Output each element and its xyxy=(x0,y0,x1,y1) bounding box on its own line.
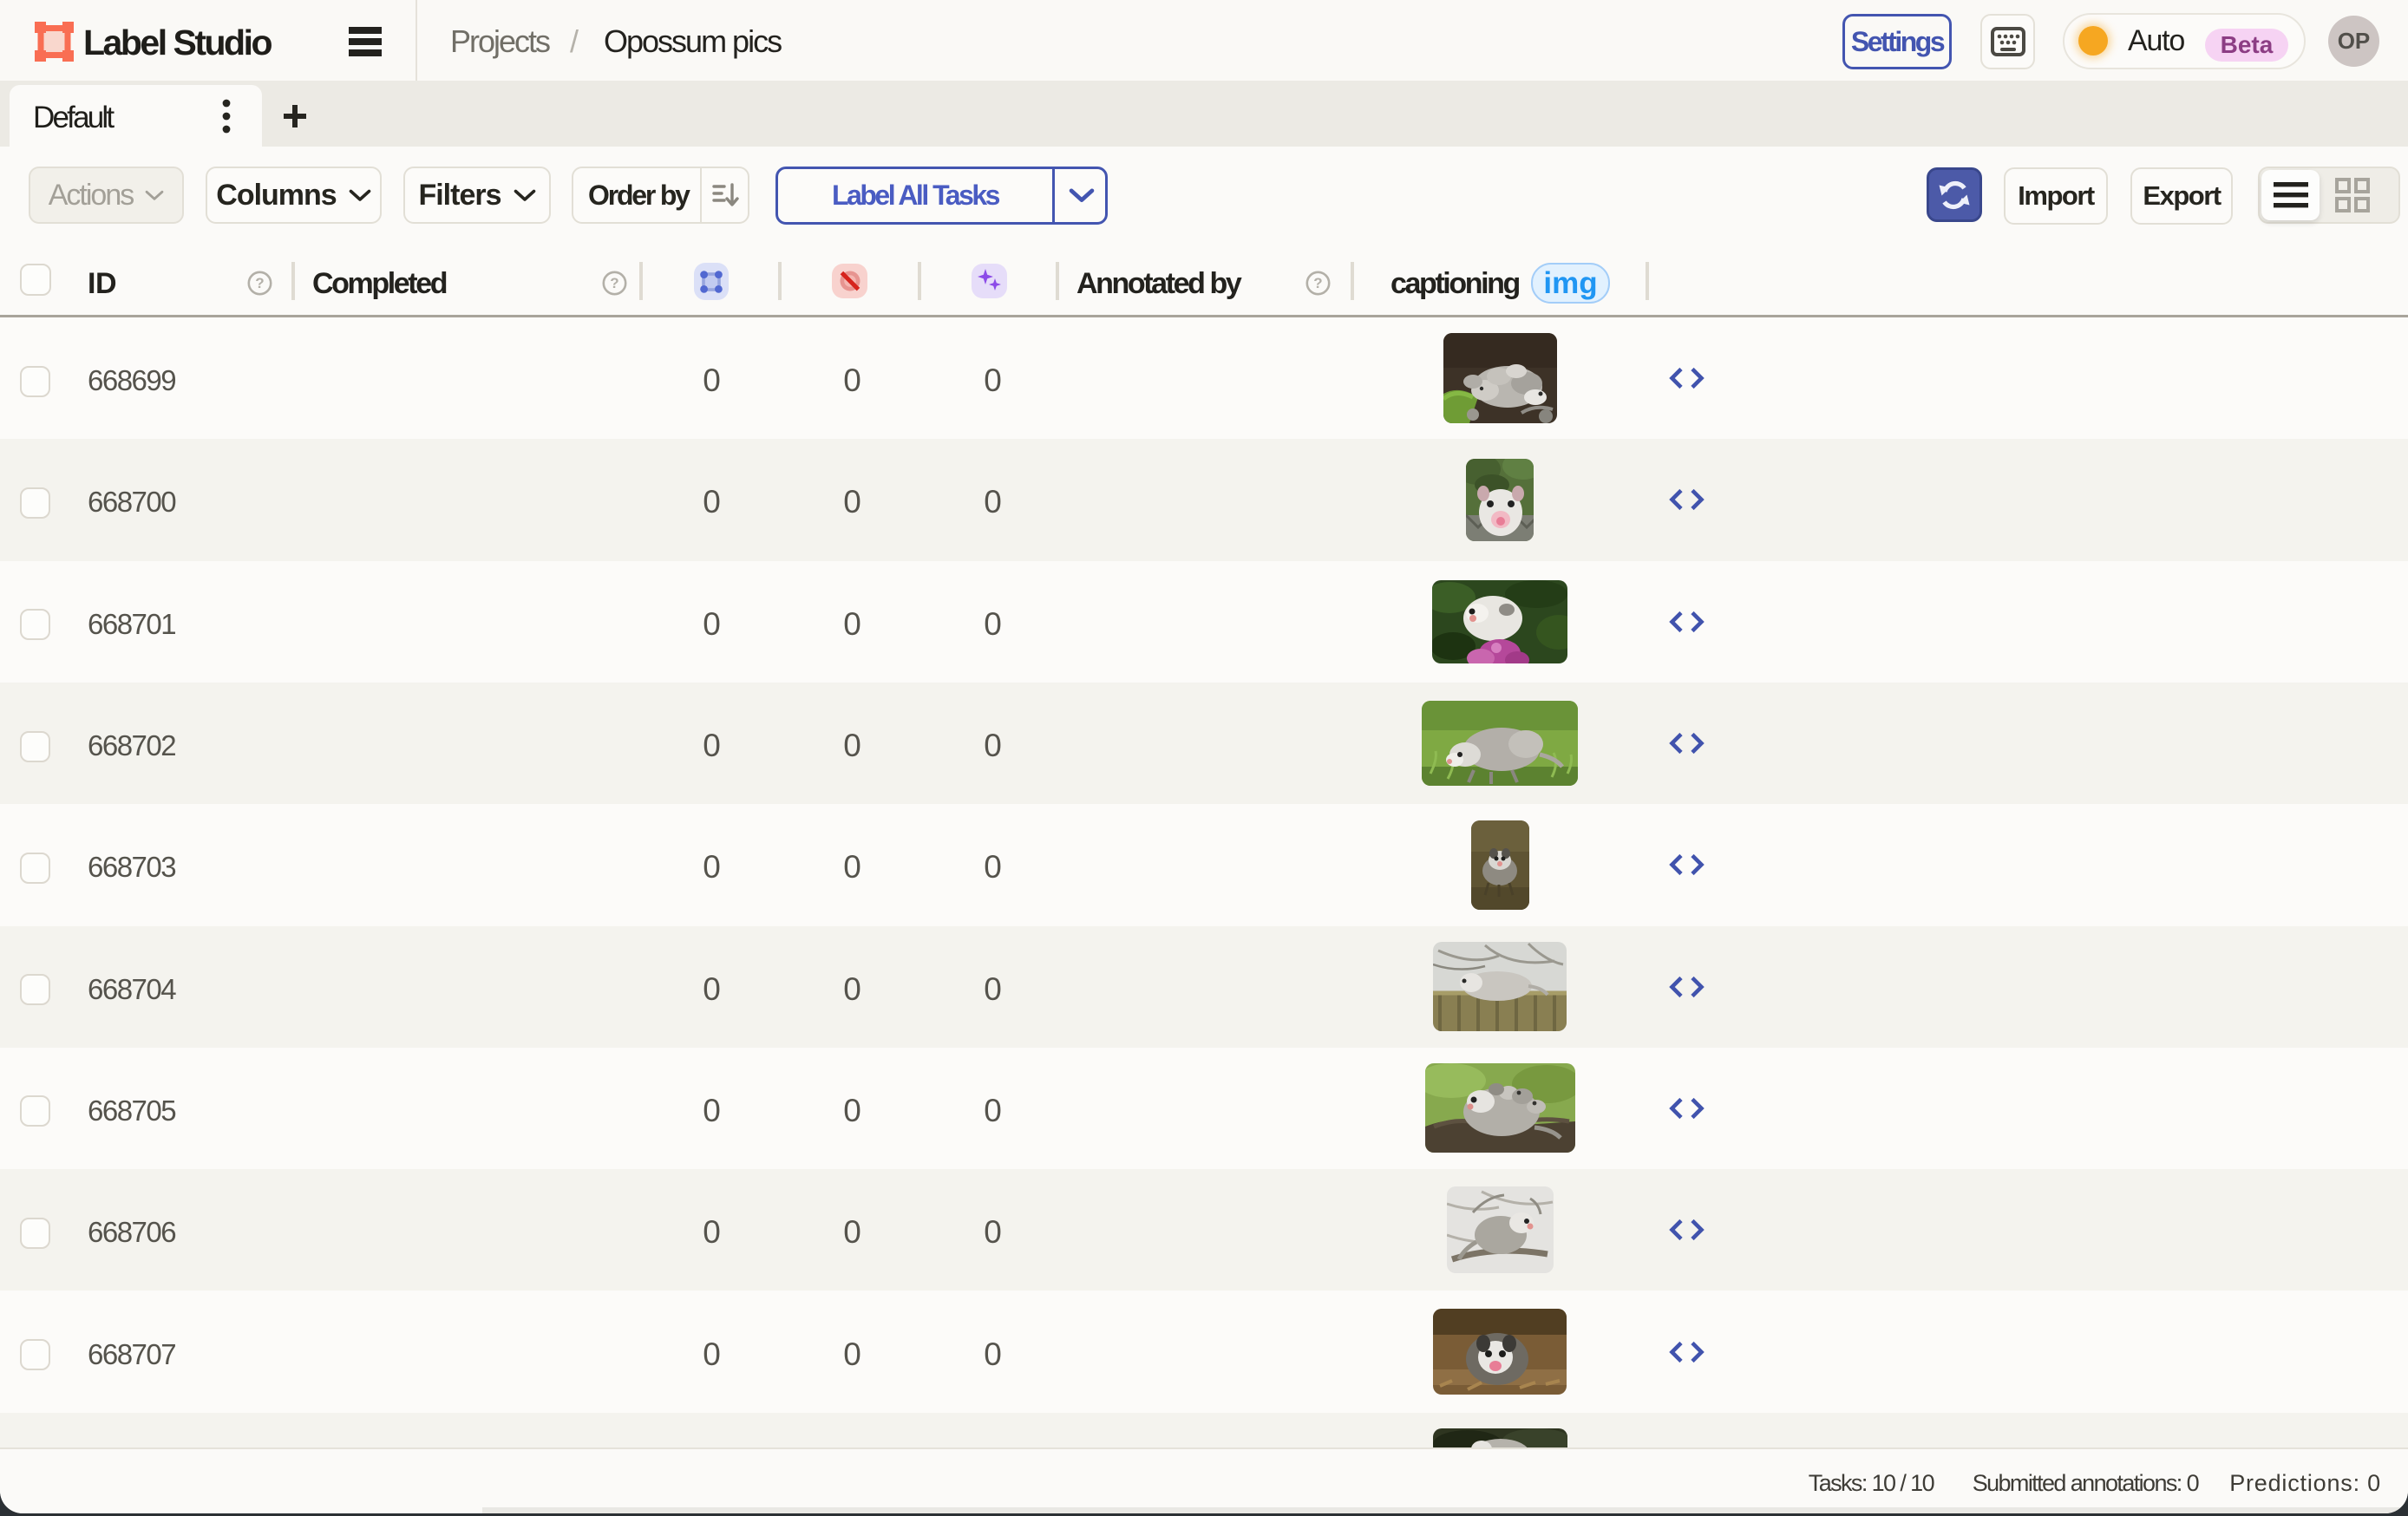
svg-text:?: ? xyxy=(1313,275,1322,291)
svg-text:?: ? xyxy=(610,275,618,291)
svg-text:?: ? xyxy=(255,275,264,291)
